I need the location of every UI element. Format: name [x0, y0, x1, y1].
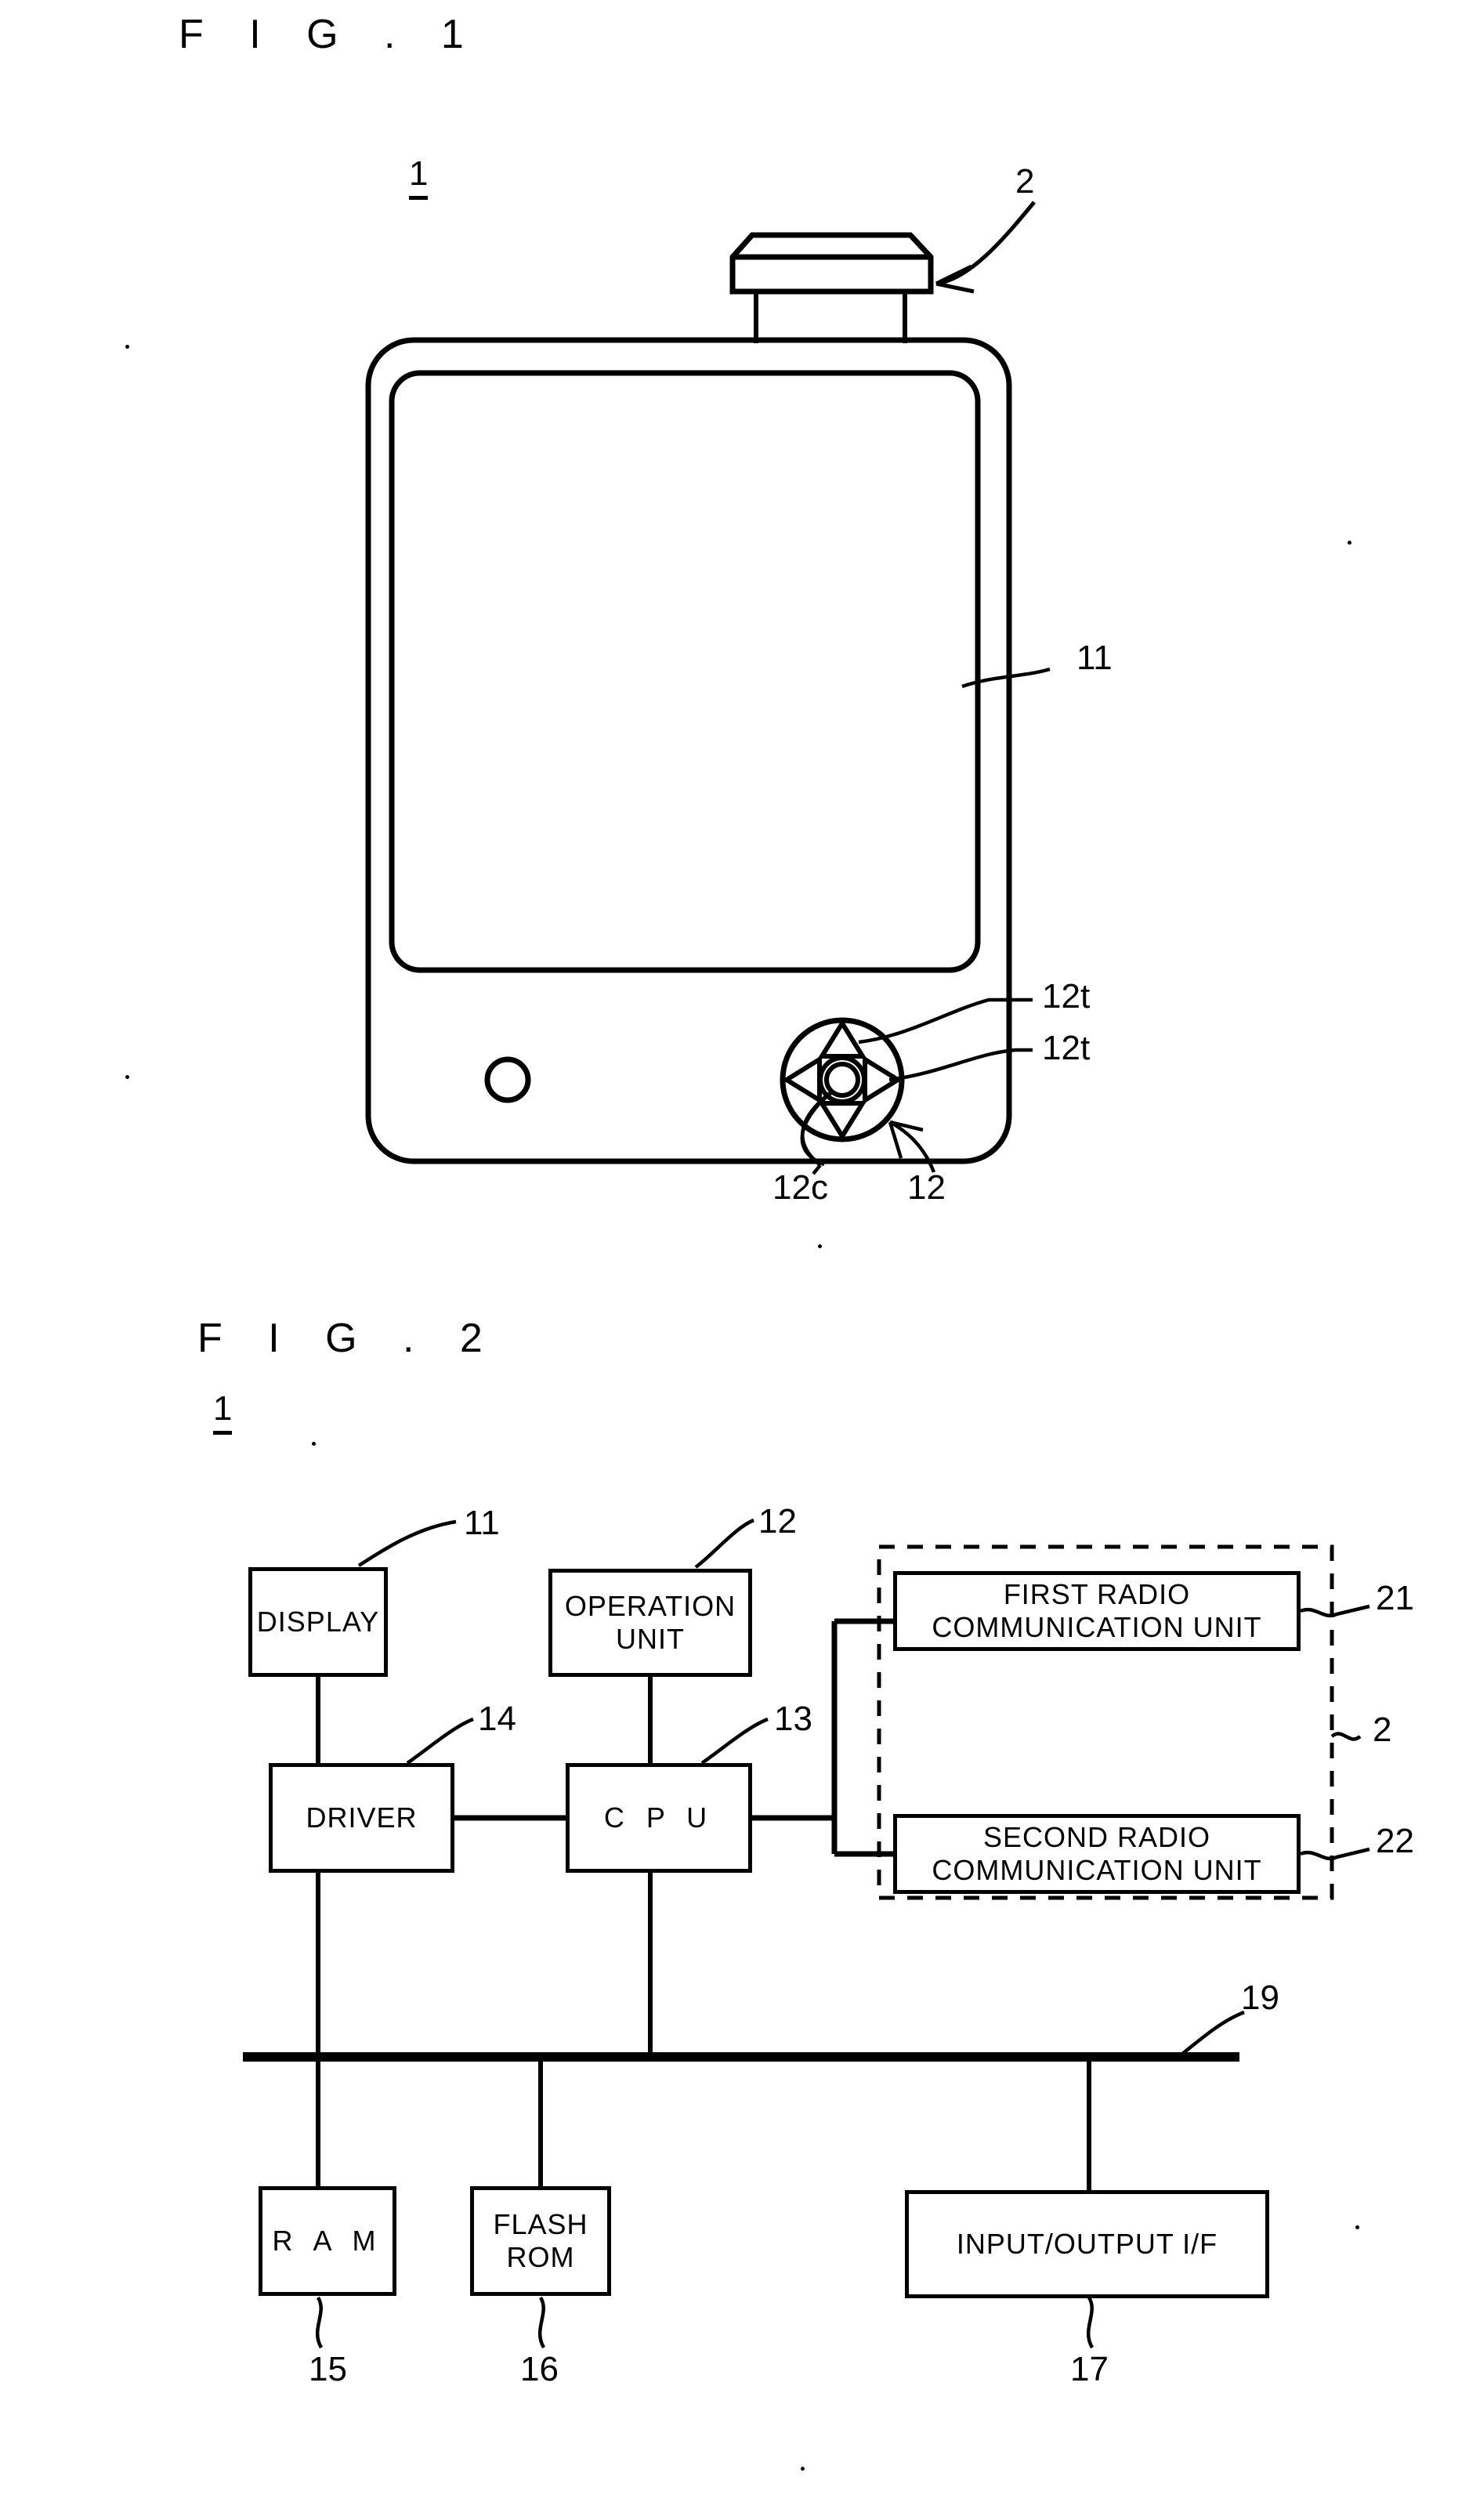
block-input-output-interface: INPUT/OUTPUT I/F: [905, 2190, 1269, 2298]
callout-19-bus: 19: [1241, 1979, 1279, 2017]
leader-22: [1300, 1847, 1370, 1861]
callout-12t-top-key: 12t: [1042, 977, 1091, 1016]
block-operation-unit-label-line1: OPERATION: [564, 1589, 736, 1622]
scan-speckle: [125, 1075, 129, 1079]
callout-15-ram: 15: [309, 2350, 347, 2388]
figure-2-title: F I G . 2: [197, 1316, 500, 1361]
block-first-radio-communication-unit: FIRST RADIO COMMUNICATION UNIT: [893, 1571, 1301, 1651]
block-driver: DRIVER: [269, 1763, 454, 1873]
block-flash-rom-label-line1: FLASH: [493, 2207, 588, 2240]
callout-13-cpu: 13: [774, 1700, 812, 1738]
dpad-outer-ring: [780, 1017, 905, 1142]
patent-figure-sheet: F I G . 1 1 2 11 12t 12t 12c 12 F I G . …: [0, 0, 1469, 2520]
scan-speckle: [818, 1244, 822, 1248]
leader-antenna-2: [935, 201, 1036, 294]
callout-12-operation-unit-block: 12: [758, 1502, 797, 1541]
leader-19-bus: [1180, 2010, 1245, 2056]
leader-12-operation-block: [694, 1518, 754, 1569]
dpad-down-key: [817, 1101, 867, 1141]
display-screen: [389, 370, 981, 973]
block-cpu-label: C P U: [603, 1801, 715, 1834]
block-driver-label: DRIVER: [306, 1801, 418, 1834]
leader-12c-visible: [801, 1089, 834, 1167]
leader-11-display-block: [357, 1519, 457, 1567]
block-ram-label: R A M: [272, 2224, 383, 2257]
antenna-module: [729, 232, 934, 295]
antenna-neck: [754, 290, 907, 343]
callout-2-radio-module: 2: [1373, 1711, 1392, 1749]
dpad-right-key: [863, 1055, 903, 1105]
block-display-label: DISPLAY: [256, 1605, 380, 1638]
callout-17-io-if: 17: [1070, 2350, 1109, 2388]
block-display: DISPLAY: [248, 1567, 388, 1677]
callout-2-antenna: 2: [1015, 162, 1035, 201]
callout-14-driver: 14: [478, 1700, 516, 1738]
scan-speckle: [312, 1442, 316, 1446]
block-ram: R A M: [259, 2186, 396, 2296]
leader-12c-line: [802, 1091, 832, 1164]
block-cpu: C P U: [566, 1763, 752, 1873]
block-second-radio-communication-unit: SECOND RADIO COMMUNICATION UNIT: [893, 1814, 1301, 1894]
figure-1-title: F I G . 1: [179, 12, 481, 57]
direction-pad: [780, 1017, 905, 1142]
dpad-left-key: [782, 1055, 822, 1105]
block-operation-unit-label-line2: UNIT: [616, 1623, 685, 1655]
leader-15-ram: [315, 2296, 324, 2349]
block-io-if-label: INPUT/OUTPUT I/F: [956, 2227, 1218, 2260]
figure-2-device-reference: 1: [213, 1392, 233, 1435]
home-button: [484, 1056, 531, 1103]
block-first-radio-label-line2: COMMUNICATION UNIT: [932, 1611, 1262, 1643]
callout-11-display-block: 11: [464, 1504, 500, 1542]
dpad-center-inner: [824, 1062, 860, 1098]
leader-13-cpu: [700, 1717, 769, 1765]
scan-speckle: [1355, 2225, 1359, 2229]
scan-speckle: [1348, 541, 1351, 545]
leader-12t-right: [888, 1048, 1033, 1082]
callout-12t-right-key: 12t: [1042, 1029, 1091, 1067]
callout-12-operation-unit: 12: [907, 1168, 946, 1207]
leader-12c: [800, 1091, 834, 1167]
leader-12t-top: [858, 998, 1033, 1045]
leader-12-arrow: [888, 1120, 936, 1173]
block-second-radio-label-line1: SECOND RADIO: [982, 1820, 1211, 1853]
device-body: [365, 337, 1012, 1164]
dpad-center-outer: [818, 1055, 867, 1104]
callout-22-second-radio: 22: [1376, 1822, 1414, 1860]
callout-12c-center-key: 12c: [772, 1168, 828, 1207]
block-flash-rom-label-line2: ROM: [506, 2241, 575, 2273]
block-operation-unit: OPERATION UNIT: [548, 1569, 752, 1677]
leader-21: [1300, 1604, 1370, 1618]
block-first-radio-label-line1: FIRST RADIO: [1003, 1577, 1191, 1610]
leader-2-radio-module: [1330, 1732, 1362, 1741]
callout-11-display: 11: [1076, 639, 1113, 677]
callout-21-first-radio: 21: [1376, 1579, 1414, 1617]
dpad-up-key: [817, 1019, 867, 1059]
callout-16-flash-rom: 16: [520, 2350, 559, 2388]
leader-display-11: [961, 667, 1051, 689]
scan-speckle: [125, 345, 129, 349]
block-second-radio-label-line2: COMMUNICATION UNIT: [932, 1854, 1262, 1886]
leader-16-flash: [537, 2296, 546, 2349]
figure-1-device-reference: 1: [409, 157, 429, 200]
scan-speckle: [801, 2467, 805, 2471]
leader-14-driver: [406, 1717, 474, 1765]
leader-17-io: [1086, 2296, 1095, 2349]
block-flash-rom: FLASH ROM: [470, 2186, 611, 2296]
